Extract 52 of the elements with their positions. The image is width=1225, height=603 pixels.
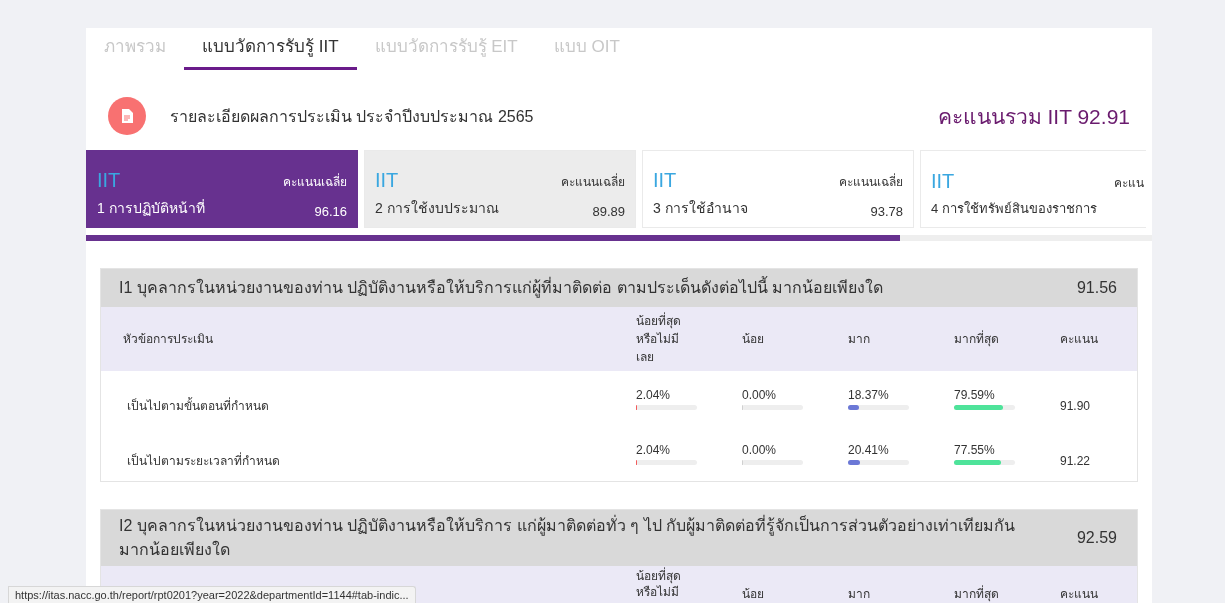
average-label: คะแน bbox=[1114, 174, 1144, 192]
indicator-card[interactable]: IIT คะแน 4 การใช้ทรัพย์สินของราชการ bbox=[920, 150, 1146, 228]
percent-value: 77.55% bbox=[954, 442, 996, 457]
average-label: คะแนนเฉลี่ย bbox=[561, 172, 625, 191]
question-title: I1 บุคลากรในหน่วยงานของท่าน ปฏิบัติงานหรือให้บริการแก่ผู้ที่มาติดต่อ ตามประเด็นดังต่อไปนี้ มากน้อยเพียงใด bbox=[119, 276, 1077, 300]
indicator-name: 3 การใช้อำนาจ bbox=[653, 199, 749, 218]
status-url: https://itas.nacc.go.th/report/rpt0201?year=2022&departmentId=1144#tab-indic... bbox=[8, 586, 416, 603]
column-header: คะแนน bbox=[1060, 586, 1098, 602]
question-score: 91.56 bbox=[1076, 279, 1117, 297]
column-header: มาก bbox=[848, 331, 870, 348]
topic-cell-text: เป็นไปตามขั้นตอนที่กำหนด bbox=[127, 396, 270, 415]
column-header: มากที่สุด bbox=[954, 584, 999, 602]
column-header: น้อย bbox=[742, 586, 764, 602]
column-header: น้อยที่สุดหรือไม่มีเลย bbox=[636, 312, 682, 366]
score-cell-text: 91.22 bbox=[1060, 453, 1092, 468]
column-header: มาก bbox=[848, 586, 870, 602]
column-header: มากที่สุด bbox=[954, 330, 999, 348]
average-label: คะแนนเฉลี่ย bbox=[283, 172, 347, 191]
indicator-code: IIT bbox=[97, 169, 122, 191]
indicator-name: 2 การใช้งบประมาณ bbox=[375, 199, 500, 218]
indicator-name: 4 การใช้ทรัพย์สินของราชการ bbox=[931, 200, 1098, 218]
column-header: หัวข้อการประเมิน bbox=[122, 331, 213, 348]
tab[interactable]: แบบวัดการรับรู้ IIT bbox=[184, 32, 357, 70]
percent-value: 0.00% bbox=[742, 387, 778, 402]
percent-value: 2.04% bbox=[636, 387, 672, 402]
total-score: คะแนนรวม IIT 92.91 bbox=[937, 103, 1130, 130]
column-header: คะแนน bbox=[1060, 331, 1098, 348]
indicator-score: 96.16 bbox=[314, 204, 347, 219]
column-header: น้อยที่สุดหรือไม่มี bbox=[636, 568, 682, 600]
topic-cell-text: เป็นไปตามระยะเวลาที่กำหนด bbox=[127, 451, 281, 470]
indicator-score: 93.78 bbox=[870, 204, 903, 219]
indicator-code: IIT bbox=[375, 169, 400, 191]
indicator-card[interactable]: IIT คะแนนเฉลี่ย 1 การปฏิบัติหน้าที่ 96.16 bbox=[86, 150, 358, 228]
percent-value: 18.37% bbox=[848, 387, 890, 402]
question-score: 92.59 bbox=[1076, 529, 1117, 547]
indicator-name: 1 การปฏิบัติหน้าที่ bbox=[97, 198, 206, 218]
indicator-code: IIT bbox=[931, 169, 956, 192]
percent-value: 0.00% bbox=[742, 442, 778, 457]
indicator-code: IIT bbox=[653, 169, 678, 191]
scroll-thumb[interactable] bbox=[86, 235, 901, 241]
percent-value: 2.04% bbox=[636, 442, 672, 457]
average-label: คะแนนเฉลี่ย bbox=[839, 172, 903, 191]
column-header: น้อย bbox=[742, 331, 764, 348]
document-icon bbox=[108, 97, 146, 135]
indicator-card[interactable]: IIT คะแนนเฉลี่ย 2 การใช้งบประมาณ 89.89 bbox=[364, 150, 636, 228]
indicator-card[interactable]: IIT คะแนนเฉลี่ย 3 การใช้อำนาจ 93.78 bbox=[642, 150, 914, 228]
score-cell-text: 91.90 bbox=[1060, 398, 1092, 413]
question-title: I2 บุคลากรในหน่วยงานของท่าน ปฏิบัติงานหรือให้บริการ แก่ผู้มาติดต่อทั่ว ๆ ไป กับผู้มาติดต่อที่รู้จักเป็นการส่วนตัวอย่างเท่าเทียมกัน มากน้อยเพียงใด bbox=[119, 514, 1016, 560]
percent-value: 20.41% bbox=[848, 442, 890, 457]
report-title: รายละเอียดผลการประเมิน ประจำปีงบประมาณ 2565 bbox=[170, 106, 535, 127]
indicator-score: 89.89 bbox=[592, 204, 625, 219]
percent-value: 79.59% bbox=[954, 387, 996, 402]
